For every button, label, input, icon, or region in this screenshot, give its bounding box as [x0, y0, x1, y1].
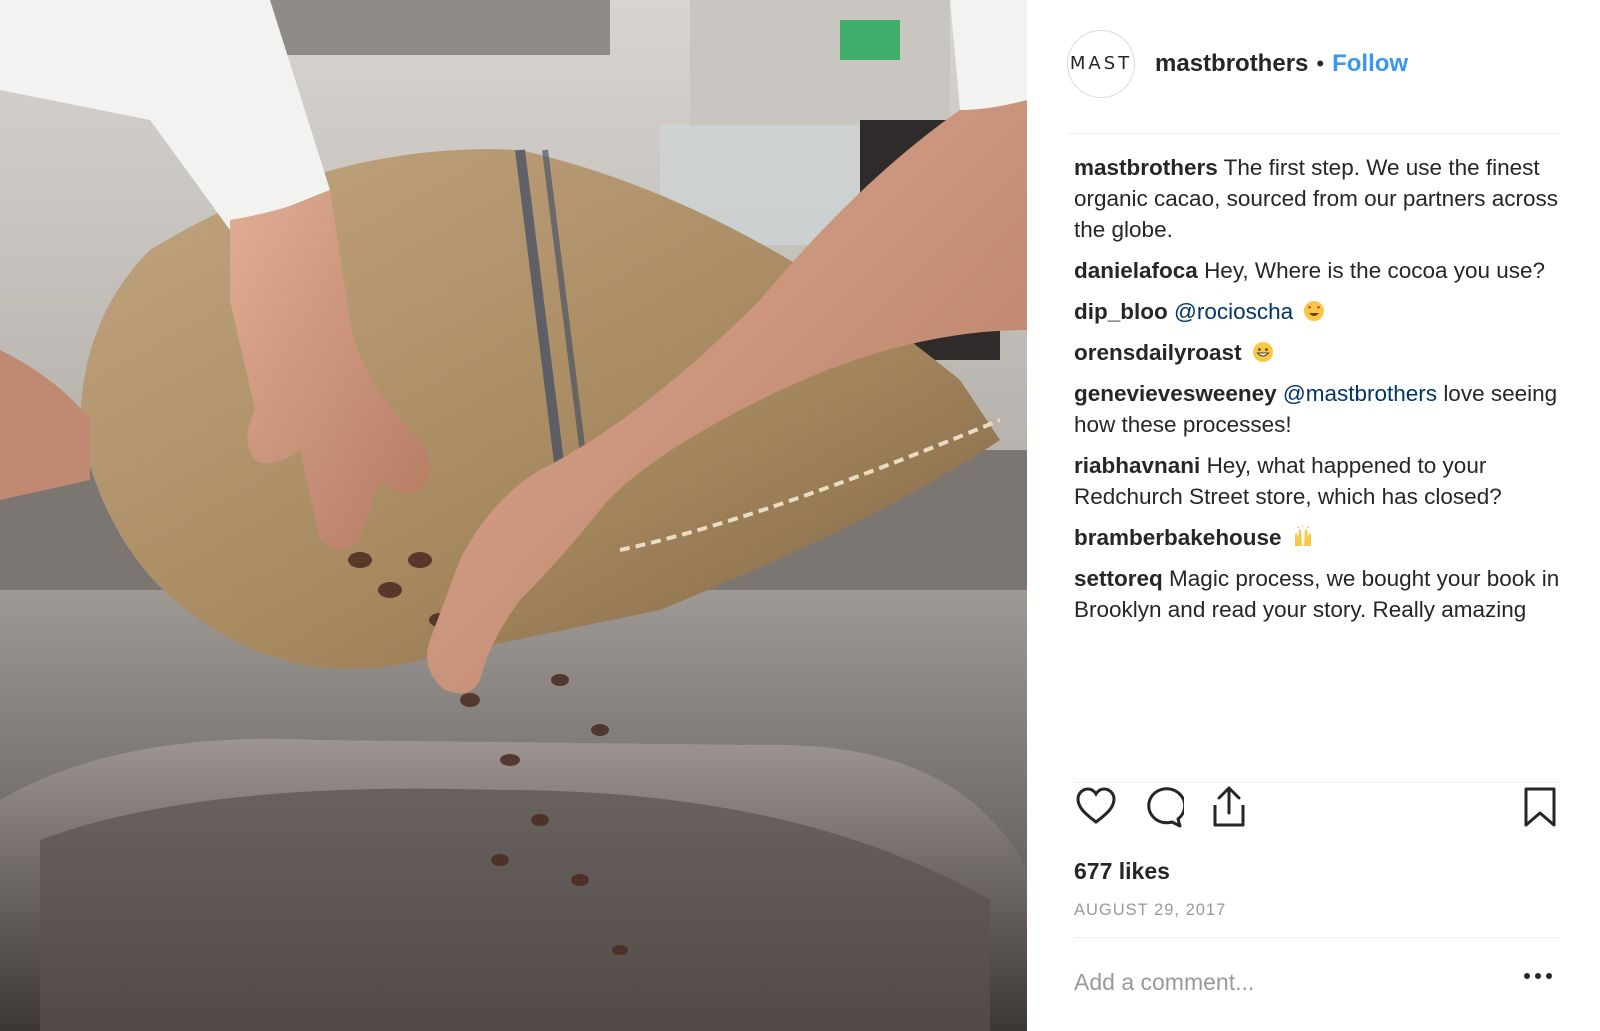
- comment-username[interactable]: riabhavnani: [1074, 453, 1200, 478]
- comment-item: danielafoca Hey, Where is the cocoa you …: [1074, 255, 1564, 286]
- comment-username[interactable]: genevievesweeney: [1074, 381, 1277, 406]
- comment-button[interactable]: [1140, 785, 1187, 829]
- comment-username[interactable]: mastbrothers: [1074, 155, 1218, 180]
- grinning-emoji: [1252, 340, 1274, 362]
- comment-item: mastbrothers The first step. We use the …: [1074, 152, 1564, 245]
- post-side-panel: MAST mastbrothers • Follow mastbrothers …: [1027, 0, 1600, 1031]
- save-button[interactable]: [1518, 785, 1562, 829]
- comment-username[interactable]: danielafoca: [1074, 258, 1198, 283]
- comments-list: mastbrothers The first step. We use the …: [1074, 152, 1564, 635]
- share-button[interactable]: [1207, 785, 1251, 829]
- comment-username[interactable]: bramberbakehouse: [1074, 525, 1282, 550]
- comment-item: genevievesweeney @mastbrothers love seei…: [1074, 378, 1564, 440]
- post-photo[interactable]: [0, 0, 1027, 1031]
- comment-bubble-icon: [1147, 787, 1187, 828]
- profile-avatar[interactable]: MAST: [1067, 29, 1135, 98]
- more-dots-icon: [1524, 973, 1552, 979]
- like-button[interactable]: [1074, 785, 1118, 829]
- likes-count[interactable]: 677 likes: [1074, 858, 1170, 885]
- comment-text: Hey, Where is the cocoa you use?: [1204, 258, 1546, 283]
- post-photo-illustration: [0, 0, 1027, 1031]
- comment-item: orensdailyroast: [1074, 337, 1564, 368]
- post-header: MAST mastbrothers • Follow: [1067, 29, 1560, 134]
- comment-item: riabhavnani Hey, what happened to your R…: [1074, 450, 1564, 512]
- comment-item: bramberbakehouse: [1074, 522, 1564, 553]
- add-comment-input[interactable]: [1074, 958, 1494, 1006]
- comment-mention-link[interactable]: @rocioscha: [1174, 299, 1293, 324]
- heart-eyes-emoji: [1303, 299, 1325, 321]
- instagram-post: MAST mastbrothers • Follow mastbrothers …: [0, 0, 1600, 1031]
- actions-divider: [1074, 782, 1560, 783]
- more-options-button[interactable]: [1522, 966, 1554, 986]
- comment-username[interactable]: orensdailyroast: [1074, 340, 1242, 365]
- bookmark-icon: [1524, 787, 1556, 827]
- post-author-username[interactable]: mastbrothers: [1155, 50, 1308, 78]
- comment-item: dip_bloo @rocioscha: [1074, 296, 1564, 327]
- comment-mention-link[interactable]: @mastbrothers: [1283, 381, 1437, 406]
- comment-item: settoreq Magic process, we bought your b…: [1074, 563, 1564, 625]
- share-icon: [1213, 786, 1245, 827]
- action-bar: [1074, 785, 1560, 829]
- comment-username[interactable]: settoreq: [1074, 566, 1163, 591]
- raising-hands-emoji: [1292, 525, 1314, 547]
- follow-button[interactable]: Follow: [1332, 50, 1408, 78]
- heart-icon: [1076, 787, 1116, 824]
- add-comment-section: [1074, 937, 1560, 1031]
- comment-username[interactable]: dip_bloo: [1074, 299, 1168, 324]
- header-separator: •: [1316, 50, 1325, 76]
- post-date[interactable]: AUGUST 29, 2017: [1074, 901, 1226, 920]
